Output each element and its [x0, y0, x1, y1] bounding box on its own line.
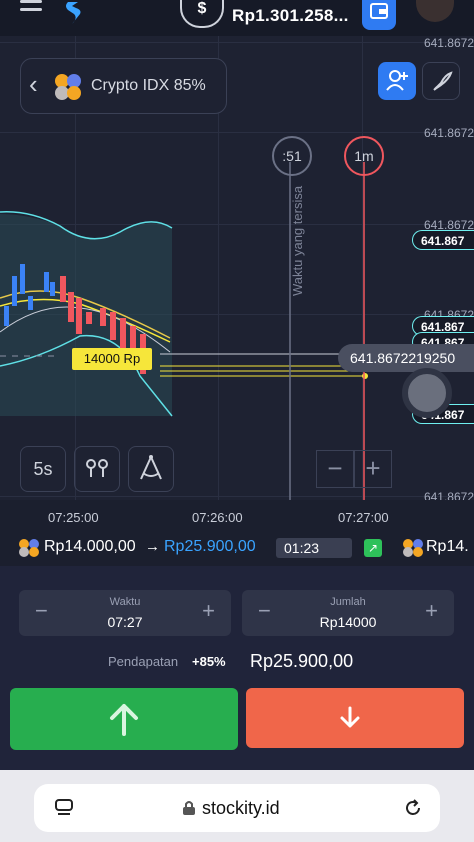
crypto-coins-icon — [403, 539, 423, 557]
top-bar: $ Rp1.301.258... — [0, 0, 474, 36]
trading-chart[interactable]: 641.8672 641.8672 641.8672 641.8672 641.… — [0, 36, 474, 500]
deal-potential-win: Rp25.900,00 — [164, 538, 256, 555]
time-tick: 07:27:00 — [338, 510, 389, 525]
zoom-out-button[interactable]: − — [316, 450, 354, 488]
amount-field[interactable]: − Jumlah Rp14000 + — [242, 590, 454, 636]
deal-amount: Rp14.000,00 — [44, 538, 136, 555]
time-axis: 07:25:00 07:26:00 07:27:00 — [0, 500, 474, 530]
rocket-icon — [433, 71, 453, 91]
logo-icon — [66, 2, 81, 24]
buy-up-button[interactable] — [10, 688, 238, 750]
avatar[interactable] — [416, 0, 454, 22]
payout-label: Pendapatan — [108, 654, 179, 669]
compass-icon — [140, 455, 162, 480]
sell-down-button[interactable] — [246, 688, 464, 748]
amount-value: Rp14000 — [319, 614, 377, 630]
tabs-icon[interactable] — [54, 798, 74, 818]
add-user-icon — [386, 70, 408, 91]
crypto-coins-icon — [55, 74, 81, 100]
deal-arrow: → — [145, 538, 160, 555]
drag-handle[interactable] — [402, 368, 452, 418]
browser-bar: stockity.id — [0, 770, 474, 842]
asset-selector[interactable]: ‹ Crypto IDX 85% — [20, 58, 227, 114]
amount-label: Jumlah — [330, 596, 366, 608]
url-text: stockity.id — [202, 798, 280, 818]
time-tick: 07:25:00 — [48, 510, 99, 525]
deal-amount: Rp14. — [426, 538, 469, 555]
zoom-in-button[interactable]: + — [354, 450, 392, 488]
arrow-down-icon — [340, 706, 360, 728]
chevron-left-icon: ‹ — [29, 69, 38, 99]
add-user-button[interactable] — [378, 62, 416, 100]
time-increase-button[interactable]: + — [202, 598, 215, 624]
current-price-label: 641.8672219250 — [338, 344, 474, 372]
crypto-coins-icon — [19, 539, 39, 557]
trade-panel: − Waktu 07:27 + − Jumlah Rp14000 + Penda… — [0, 566, 474, 770]
indicators-icon — [86, 459, 108, 477]
interval-button[interactable]: 5s — [20, 446, 66, 492]
time-field[interactable]: − Waktu 07:27 + — [19, 590, 231, 636]
level-label: 641.867 — [412, 230, 474, 250]
period-timer: 1m — [344, 136, 384, 176]
deposit-swap-icon[interactable]: $ — [180, 0, 224, 28]
expiry-timer: :51 — [272, 136, 312, 176]
amount-increase-button[interactable]: + — [425, 598, 438, 624]
time-value: 07:27 — [107, 614, 143, 630]
asset-name: Crypto IDX 85% — [91, 77, 206, 94]
wallet-button[interactable] — [362, 0, 396, 30]
indicators-button[interactable] — [74, 446, 120, 492]
lock-icon — [183, 801, 195, 815]
address-bar[interactable]: stockity.id — [34, 784, 440, 832]
account-balance[interactable]: Rp1.301.258... — [232, 6, 349, 26]
reload-icon[interactable] — [402, 797, 424, 819]
deal-timer: 01:23 — [276, 538, 352, 558]
arrow-up-icon — [110, 704, 138, 736]
signals-button[interactable] — [422, 62, 460, 100]
deal-up-arrow-icon: ↗ — [364, 539, 382, 557]
wallet-icon — [370, 3, 388, 19]
payout-value: Rp25.900,00 — [250, 651, 354, 671]
payout-percent: +85% — [192, 654, 226, 669]
time-label: Waktu — [109, 596, 141, 608]
deal-amount-tag[interactable]: 14000 Rp — [72, 348, 152, 370]
drawing-tools-button[interactable] — [128, 446, 174, 492]
time-tick: 07:26:00 — [192, 510, 243, 525]
open-deals-bar[interactable]: Rp14.000,00 → Rp25.900,00 01:23 ↗ Rp14. — [0, 532, 474, 564]
remaining-time-label: Waktu yang tersisa — [290, 185, 305, 296]
menu-icon[interactable] — [20, 0, 42, 18]
